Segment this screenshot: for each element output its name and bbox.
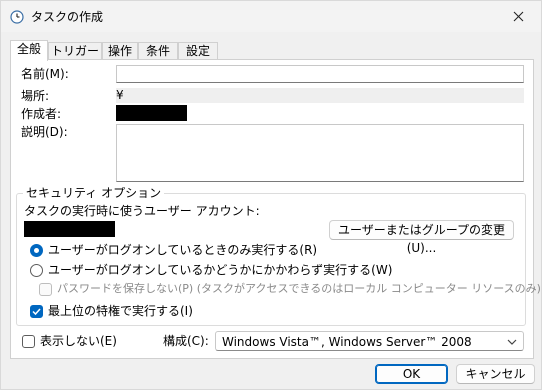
general-tab-panel: 名前(M): 場所: ¥ 作成者: 説明(D): セキュリティ オプション タス… — [10, 59, 541, 359]
radio-whether-logged-on-label[interactable]: ユーザーがログオンしているかどうかにかかわらず実行する(W) — [48, 263, 392, 277]
cancel-button[interactable]: キャンセル — [456, 364, 535, 384]
ok-button[interactable]: OK — [375, 364, 448, 384]
close-button[interactable] — [495, 1, 541, 32]
title-bar: タスクの作成 — [1, 1, 541, 32]
tab-conditions[interactable]: 条件 — [138, 42, 178, 60]
checkmark-icon — [32, 308, 41, 316]
no-store-password-label: パスワードを保存しない(P) (タスクがアクセスできるのはローカル コンピュータ… — [57, 282, 541, 295]
tab-triggers[interactable]: トリガー — [48, 42, 102, 60]
location-label: 場所: — [21, 89, 50, 103]
description-label: 説明(D): — [21, 125, 68, 139]
author-redacted — [116, 105, 187, 121]
highest-privileges-label[interactable]: 最上位の特権で実行する(I) — [48, 304, 193, 318]
account-label: タスクの実行時に使うユーザー アカウント: — [24, 204, 260, 218]
configure-label: 構成(C): — [163, 334, 209, 348]
hidden-label[interactable]: 表示しない(E) — [40, 334, 117, 348]
radio-logged-on-label[interactable]: ユーザーがログオンしているときのみ実行する(R) — [48, 243, 317, 257]
security-options-title: セキュリティ オプション — [23, 186, 165, 200]
configure-select-value: Windows Vista™, Windows Server™ 2008 — [222, 335, 472, 349]
window-title: タスクの作成 — [31, 10, 104, 24]
change-user-button[interactable]: ユーザーまたはグループの変更(U)... — [329, 220, 514, 255]
name-label: 名前(M): — [21, 67, 69, 81]
highest-privileges-checkbox[interactable] — [30, 305, 43, 318]
hidden-checkbox[interactable] — [22, 335, 35, 348]
chevron-down-icon — [507, 339, 517, 345]
tab-general[interactable]: 全般 — [10, 40, 48, 61]
configure-select[interactable]: Windows Vista™, Windows Server™ 2008 — [215, 331, 524, 351]
account-redacted — [24, 221, 115, 237]
no-store-password-checkbox[interactable] — [39, 283, 52, 296]
author-label: 作成者: — [21, 107, 62, 121]
description-textarea[interactable] — [116, 124, 524, 182]
create-task-dialog: タスクの作成 全般 トリガー 操作 条件 設定 名前(M): 場所: ¥ 作成者… — [0, 0, 542, 390]
close-icon — [513, 11, 523, 22]
tab-settings[interactable]: 設定 — [178, 42, 218, 60]
location-value: ¥ — [116, 88, 124, 102]
radio-whether-logged-on[interactable] — [30, 264, 43, 277]
name-input[interactable] — [116, 65, 524, 83]
location-value-field: ¥ — [116, 88, 524, 103]
clock-icon — [10, 10, 24, 24]
tab-actions[interactable]: 操作 — [102, 42, 138, 60]
radio-logged-on[interactable] — [30, 244, 43, 257]
